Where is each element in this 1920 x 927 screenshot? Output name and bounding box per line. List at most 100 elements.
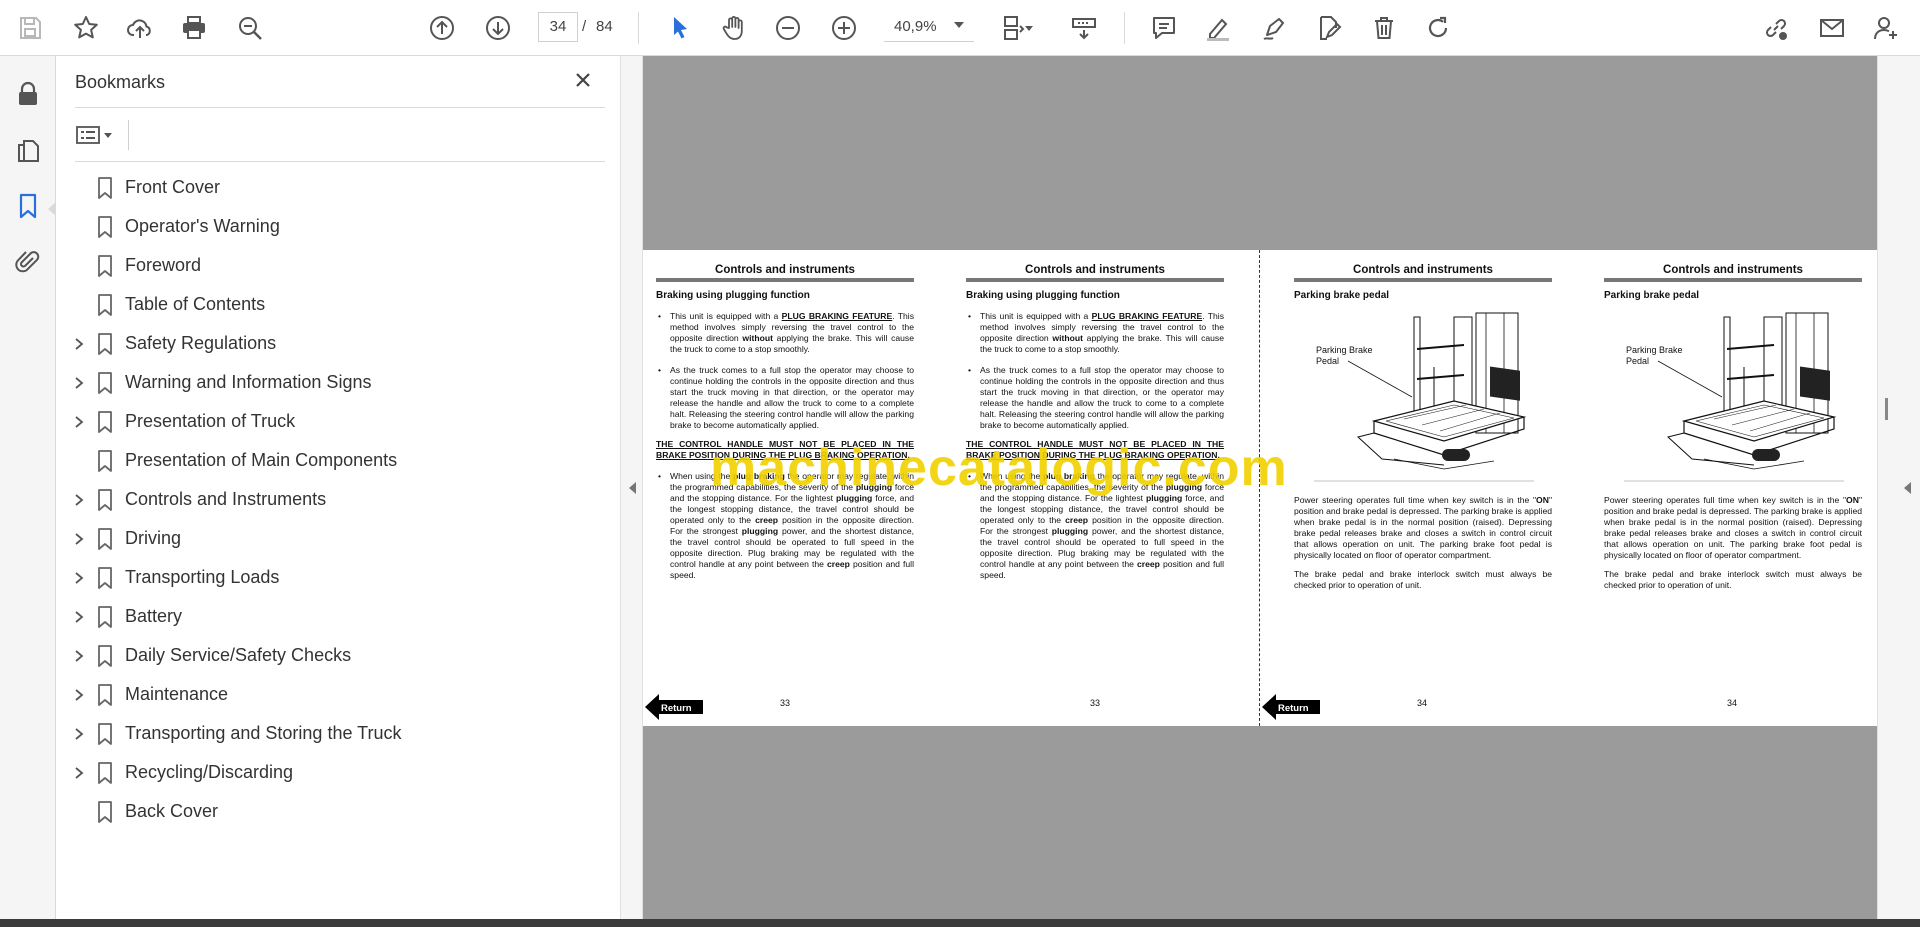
page-heading: Controls and instruments: [966, 264, 1224, 282]
previous-page-icon[interactable]: [424, 10, 460, 46]
chevron-right-icon[interactable]: [72, 688, 86, 702]
expand-right-panel-icon[interactable]: [1904, 482, 1911, 494]
zoom-search-icon[interactable]: [232, 10, 268, 46]
section-subheading: Parking brake pedal: [1294, 290, 1390, 301]
chevron-right-icon[interactable]: [72, 727, 86, 741]
bookmark-item[interactable]: Daily Service/Safety Checks: [56, 636, 616, 675]
page-number-label: 34: [1727, 698, 1738, 708]
chevron-right-icon[interactable]: [72, 415, 86, 429]
bookmark-item[interactable]: Foreword: [56, 246, 616, 285]
page-separator: /: [582, 18, 587, 35]
bookmark-icon: [96, 176, 114, 199]
email-icon[interactable]: [1814, 10, 1850, 46]
bookmark-item[interactable]: Table of Contents: [56, 285, 616, 324]
return-button[interactable]: Return: [1262, 694, 1322, 720]
attachment-icon[interactable]: [10, 244, 46, 280]
bookmark-options-button[interactable]: [75, 120, 125, 150]
save-icon[interactable]: [12, 10, 48, 46]
chevron-right-icon[interactable]: [72, 493, 86, 507]
highlight-icon[interactable]: [1200, 10, 1236, 46]
page-display-caret-icon[interactable]: [1022, 10, 1036, 46]
watermark-text: machinecatalogic.com: [710, 439, 1288, 497]
chevron-right-icon[interactable]: [72, 649, 86, 663]
chevron-right-icon[interactable]: [72, 610, 86, 624]
zoom-in-icon[interactable]: [826, 10, 862, 46]
navigation-rail: [0, 56, 56, 919]
bookmark-item[interactable]: Recycling/Discarding: [56, 753, 616, 792]
draw-pen-icon[interactable]: [1256, 10, 1292, 46]
lock-icon[interactable]: [10, 76, 46, 112]
bookmark-item[interactable]: Transporting Loads: [56, 558, 616, 597]
comment-icon[interactable]: [1146, 10, 1182, 46]
bookmark-label: Warning and Information Signs: [125, 372, 372, 392]
next-page-icon[interactable]: [480, 10, 516, 46]
bookmark-item[interactable]: Back Cover: [56, 792, 616, 831]
bookmark-label: Driving: [125, 528, 182, 548]
bookmark-label: Transporting and Storing the Truck: [125, 723, 402, 743]
total-pages: 84: [596, 18, 613, 35]
chevron-right-icon[interactable]: [72, 571, 86, 585]
star-icon[interactable]: [68, 10, 104, 46]
bookmark-item[interactable]: Warning and Information Signs: [56, 363, 616, 402]
collapse-panel-icon[interactable]: [629, 482, 636, 494]
bookmark-label: Table of Contents: [125, 294, 266, 314]
add-user-icon[interactable]: [1868, 10, 1904, 46]
vertical-scrollbar[interactable]: [1877, 56, 1920, 919]
scrolling-mode-icon[interactable]: [1066, 10, 1102, 46]
return-button[interactable]: Return: [645, 694, 705, 720]
page-thumbnails-icon[interactable]: [10, 132, 46, 168]
close-icon[interactable]: [571, 68, 595, 92]
bookmark-label: Back Cover: [125, 801, 219, 821]
bookmark-icon: [96, 293, 114, 316]
bookmark-item[interactable]: Driving: [56, 519, 616, 558]
bookmark-item[interactable]: Safety Regulations: [56, 324, 616, 363]
bookmark-icon: [96, 410, 114, 433]
delete-trash-icon[interactable]: [1366, 10, 1402, 46]
bookmark-label: Safety Regulations: [125, 333, 277, 353]
section-subheading: Braking using plugging function: [966, 290, 1120, 301]
cloud-upload-icon[interactable]: [122, 10, 158, 46]
print-icon[interactable]: [176, 10, 212, 46]
truck-platform-drawing: [1314, 312, 1534, 482]
select-cursor-icon[interactable]: [662, 10, 698, 46]
taskbar-edge: [0, 919, 1920, 927]
zoom-dropdown-caret-icon[interactable]: [954, 22, 964, 28]
bookmark-icon: [96, 566, 114, 589]
bookmark-item[interactable]: Transporting and Storing the Truck: [56, 714, 616, 753]
page-33-right-column: Controls and instruments Braking using p…: [966, 264, 1224, 581]
bookmark-label: Presentation of Truck: [125, 411, 296, 431]
bookmark-icon: [96, 722, 114, 745]
bullet-paragraph: This unit is equipped with a PLUG BRAKIN…: [966, 311, 1224, 355]
bullet-paragraph: As the truck comes to a full stop the op…: [656, 365, 914, 431]
bookmark-label: Recycling/Discarding: [125, 762, 294, 782]
bookmark-icon: [96, 800, 114, 823]
chevron-right-icon[interactable]: [72, 766, 86, 780]
bookmark-item[interactable]: Presentation of Truck: [56, 402, 616, 441]
parking-brake-figure: Parking Brake Pedal: [1604, 309, 1862, 489]
page-number-label: 34: [1417, 698, 1428, 708]
edit-document-icon[interactable]: [1310, 10, 1346, 46]
bookmark-item[interactable]: Presentation of Main Components: [56, 441, 616, 480]
share-link-icon[interactable]: [1758, 10, 1794, 46]
page-heading: Controls and instruments: [656, 264, 914, 282]
bookmark-item[interactable]: Front Cover: [56, 168, 616, 207]
zoom-out-icon[interactable]: [770, 10, 806, 46]
bookmark-panel-icon[interactable]: [10, 188, 46, 224]
chevron-right-icon[interactable]: [72, 337, 86, 351]
bookmark-item[interactable]: Operator's Warning: [56, 207, 616, 246]
page-number-input[interactable]: 34: [538, 12, 578, 42]
divider: [75, 107, 605, 108]
bookmark-item[interactable]: Battery: [56, 597, 616, 636]
scrollbar-thumb[interactable]: [1885, 398, 1888, 420]
chevron-right-icon[interactable]: [72, 532, 86, 546]
parking-brake-figure: Parking Brake Pedal: [1294, 309, 1552, 489]
section-subheading: Braking using plugging function: [656, 290, 810, 301]
redo-icon[interactable]: [1420, 10, 1456, 46]
bookmark-label: Maintenance: [125, 684, 229, 704]
bookmark-item[interactable]: Controls and Instruments: [56, 480, 616, 519]
section-subheading: Parking brake pedal: [1604, 290, 1700, 301]
bookmark-label: Battery: [125, 606, 183, 626]
chevron-right-icon[interactable]: [72, 376, 86, 390]
bookmark-item[interactable]: Maintenance: [56, 675, 616, 714]
hand-tool-icon[interactable]: [716, 10, 752, 46]
